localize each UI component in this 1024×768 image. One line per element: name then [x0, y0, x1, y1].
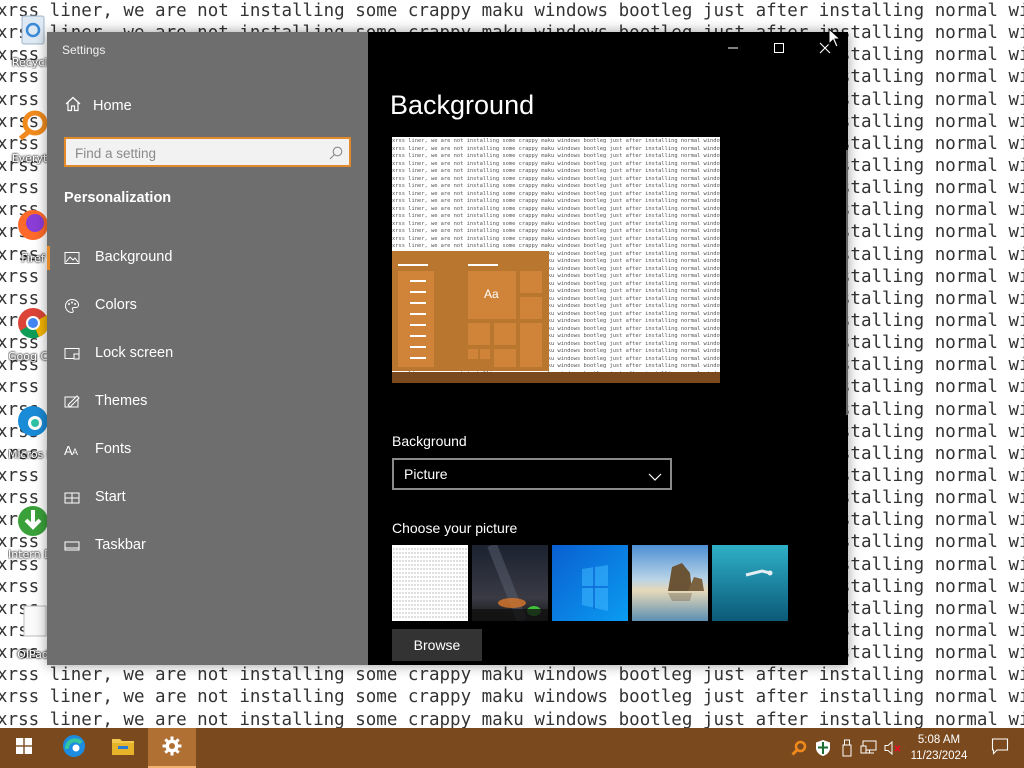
settings-window: Settings Home Personalization Background [47, 32, 848, 665]
nav-label: Fonts [95, 441, 132, 457]
section-title: Personalization [64, 190, 172, 206]
preview-sample-text: Aa [484, 287, 499, 301]
nav-item-fonts[interactable]: AA Fonts [47, 430, 368, 470]
search-icon[interactable] [329, 145, 343, 164]
nav-label: Start [95, 489, 126, 505]
taskbar-file-explorer-button[interactable] [99, 728, 147, 768]
taskbar: 5:08 AM 11/23/2024 [0, 728, 1024, 768]
page-title: Background [390, 90, 535, 120]
nav-item-taskbar[interactable]: Taskbar [47, 526, 368, 566]
taskbar-settings-button[interactable] [148, 728, 196, 768]
edge-icon [62, 734, 86, 762]
firefox-icon [16, 208, 50, 242]
thumbnail-windows-blue[interactable] [552, 545, 628, 621]
usb-drive-icon[interactable] [838, 738, 856, 758]
background-label: Background [392, 433, 467, 449]
content-scrollbar[interactable] [846, 150, 848, 415]
taskbar-edge-button[interactable] [50, 728, 98, 768]
dropdown-value: Picture [404, 466, 448, 482]
thumbnail-night-sky[interactable] [472, 545, 548, 621]
edge-icon [16, 404, 50, 438]
thumbnail-underwater-swimmer[interactable] [712, 545, 788, 621]
nav-label: Lock screen [95, 345, 174, 361]
nav-label: Colors [95, 297, 137, 313]
mouse-cursor-icon [828, 27, 842, 52]
nav-item-background[interactable]: Background [47, 238, 368, 278]
document-icon [16, 604, 50, 638]
window-title: Settings [62, 43, 106, 57]
search-box[interactable] [64, 137, 351, 167]
notification-center-button[interactable] [976, 728, 1024, 768]
background-type-dropdown[interactable]: Picture [392, 458, 672, 490]
maximize-button[interactable] [756, 32, 802, 64]
taskbar-icon [64, 538, 80, 554]
palette-icon [64, 298, 80, 314]
svg-text:A: A [72, 447, 78, 457]
chrome-icon [16, 306, 50, 340]
thumbnail-beach-rocks[interactable] [632, 545, 708, 621]
home-label: Home [93, 98, 132, 114]
search-input[interactable] [75, 144, 315, 162]
wallpaper-text-line: xrss liner, we are not installing some c… [0, 687, 1024, 708]
preview-start-menu: Aa [392, 251, 549, 371]
settings-content: Background xrss liner, we are not instal… [368, 32, 848, 665]
lock-screen-icon [64, 346, 80, 362]
nav-item-themes[interactable]: Themes [47, 382, 368, 422]
browse-button[interactable]: Browse [392, 629, 482, 661]
gear-icon [162, 736, 182, 760]
nav-item-colors[interactable]: Colors [47, 286, 368, 326]
picture-icon [64, 250, 80, 266]
choose-picture-label: Choose your picture [392, 520, 518, 536]
settings-sidebar: Settings Home Personalization Background [47, 32, 368, 665]
volume-muted-icon[interactable] [884, 738, 902, 758]
wallpaper-text-line: xrss liner, we are not installing some c… [0, 665, 1024, 686]
nav-label: Background [95, 249, 173, 265]
chevron-down-icon [648, 468, 662, 487]
windows-logo-icon [16, 738, 32, 758]
nav-label: Themes [95, 393, 148, 409]
thumbnail-current-text-wallpaper[interactable] [392, 545, 468, 621]
download-manager-icon [16, 504, 50, 538]
folder-icon [111, 735, 135, 761]
nav-label: Taskbar [95, 537, 146, 553]
minimize-button[interactable] [710, 32, 756, 64]
everything-search-icon [16, 108, 50, 142]
start-button[interactable] [0, 728, 48, 768]
start-icon [64, 490, 80, 506]
nav-item-start[interactable]: Start [47, 478, 368, 518]
background-preview: xrss liner, we are not installing some c… [392, 137, 720, 383]
wallpaper-text-line: xrss liner, we are not installing some c… [0, 709, 1024, 729]
everything-tray-icon[interactable] [790, 738, 808, 758]
wallpaper-text-line: xrss liner, we are not installing some c… [0, 1, 1024, 21]
nav-item-lock-screen[interactable]: Lock screen [47, 334, 368, 374]
clock-date: 11/23/2024 [910, 750, 968, 762]
home-nav-item[interactable]: Home [65, 96, 132, 116]
network-icon[interactable] [860, 738, 878, 758]
system-clock[interactable]: 5:08 AM 11/23/2024 [904, 732, 974, 764]
home-icon [65, 96, 81, 116]
recycle-bin-icon [16, 12, 50, 46]
security-shield-icon[interactable] [814, 738, 832, 758]
preview-taskbar [392, 372, 720, 383]
themes-icon [64, 394, 80, 410]
clock-time: 5:08 AM [917, 734, 961, 746]
notification-icon [991, 737, 1009, 759]
fonts-icon: AA [64, 442, 80, 458]
